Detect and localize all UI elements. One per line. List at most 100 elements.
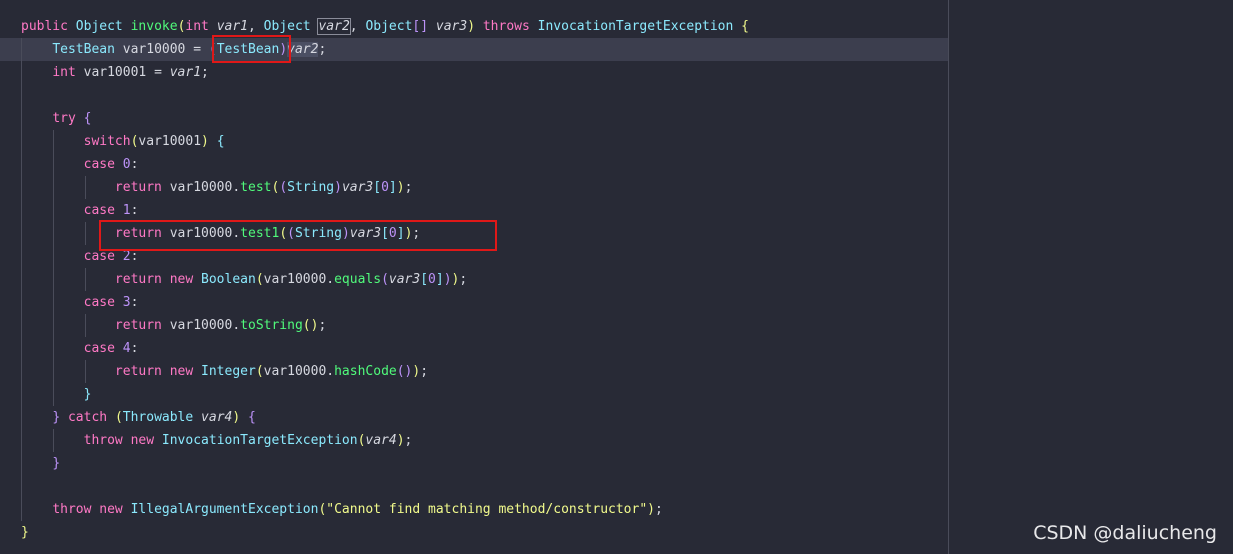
- code-token: :: [130, 341, 139, 356]
- code-line[interactable]: }: [21, 452, 749, 475]
- right-margin-guide: [948, 0, 949, 554]
- code-line[interactable]: [21, 475, 749, 498]
- code-token: new: [169, 272, 202, 287]
- code-token: Boolean: [201, 272, 256, 287]
- code-token: equals: [334, 272, 382, 287]
- code-token: 4: [122, 341, 131, 356]
- code-token: new: [130, 433, 162, 448]
- code-line[interactable]: TestBean var10000 = (TestBean)var2;: [21, 38, 749, 61]
- code-token: }: [52, 456, 61, 471]
- highlight-test1-box: [99, 220, 497, 251]
- code-line[interactable]: throw new IllegalArgumentException("Cann…: [21, 498, 749, 521]
- code-token: :: [130, 157, 139, 172]
- code-token: "Cannot find matching method/constructor…: [326, 502, 648, 517]
- code-token: invoke: [130, 19, 178, 34]
- code-token: {: [248, 410, 256, 425]
- code-line[interactable]: return new Integer(var10000.hashCode());: [21, 360, 749, 383]
- code-token: var2: [317, 18, 351, 35]
- code-token: new: [99, 502, 131, 517]
- code-line[interactable]: return new Boolean(var10000.equals(var3[…: [21, 268, 749, 291]
- code-line[interactable]: public Object invoke(int var1, Object va…: [21, 15, 749, 38]
- code-token: [: [420, 272, 429, 287]
- code-line[interactable]: try {: [21, 107, 749, 130]
- code-token: []: [412, 19, 436, 34]
- code-line[interactable]: [21, 84, 749, 107]
- code-token: :: [130, 203, 139, 218]
- code-token: ;: [318, 42, 327, 57]
- code-token: 1: [122, 203, 131, 218]
- code-token: :: [130, 249, 139, 264]
- code-token: try: [52, 111, 84, 126]
- code-line[interactable]: case 4:: [21, 337, 749, 360]
- code-token: ;: [404, 180, 413, 195]
- code-token: ): [467, 19, 483, 34]
- code-token: (: [114, 410, 123, 425]
- code-token: IllegalArgumentException: [130, 502, 319, 517]
- code-line[interactable]: int var10001 = var1;: [21, 61, 749, 84]
- code-token: }: [83, 387, 92, 402]
- code-token: ,: [349, 19, 366, 34]
- code-editor[interactable]: public Object invoke (int var1, Object va…: [0, 0, 1233, 554]
- code-token: return: [114, 180, 170, 195]
- code-token: hashCode: [334, 364, 397, 379]
- code-line[interactable]: }: [21, 383, 749, 406]
- code-token: ): [334, 180, 342, 195]
- code-token: var3: [388, 272, 421, 287]
- code-line[interactable]: throw new InvocationTargetException(var4…: [21, 429, 749, 452]
- code-token: InvocationTargetException: [537, 19, 742, 34]
- code-line[interactable]: return var10000.test((String)var3[0]);: [21, 176, 749, 199]
- code-token: var2: [287, 42, 319, 57]
- code-line[interactable]: case 0:: [21, 153, 749, 176]
- code-line[interactable]: case 1:: [21, 199, 749, 222]
- code-token: ): [201, 134, 217, 149]
- code-token: catch: [67, 410, 115, 425]
- code-token: {: [216, 134, 225, 149]
- code-token: Throwable: [122, 410, 202, 425]
- code-token: ]: [388, 180, 397, 195]
- code-token: ): [396, 433, 405, 448]
- code-line[interactable]: return var10000.toString();: [21, 314, 749, 337]
- code-token: 0: [122, 157, 131, 172]
- code-token: ;: [459, 272, 468, 287]
- code-line[interactable]: case 3:: [21, 291, 749, 314]
- code-token: :: [130, 295, 139, 310]
- code-token: Object: [75, 19, 131, 34]
- code-token: 0: [428, 272, 436, 287]
- code-token: 2: [122, 249, 131, 264]
- code-line[interactable]: } catch (Throwable var4) {: [21, 406, 749, 429]
- code-token: var4: [365, 433, 397, 448]
- code-line[interactable]: }: [21, 521, 749, 544]
- code-token: 3: [122, 295, 131, 310]
- code-token: Integer: [201, 364, 256, 379]
- code-token: InvocationTargetException: [161, 433, 358, 448]
- code-token: case: [83, 203, 123, 218]
- code-line[interactable]: switch(var10001) {: [21, 130, 749, 153]
- code-token: ;: [420, 364, 429, 379]
- code-token: }: [21, 525, 29, 540]
- code-token: case: [83, 341, 123, 356]
- code-token: case: [83, 249, 123, 264]
- code-token: var10000.: [169, 318, 241, 333]
- code-token: int: [52, 65, 84, 80]
- code-block[interactable]: public Object invoke (int var1, Object va…: [21, 15, 749, 544]
- code-token: var1: [169, 65, 202, 80]
- code-token: return: [114, 364, 170, 379]
- code-token: ;: [201, 65, 209, 80]
- code-token: return: [114, 318, 170, 333]
- code-token: var10000.: [263, 272, 335, 287]
- code-token: {: [83, 111, 92, 126]
- code-token: (): [302, 318, 319, 333]
- code-token: [: [373, 180, 382, 195]
